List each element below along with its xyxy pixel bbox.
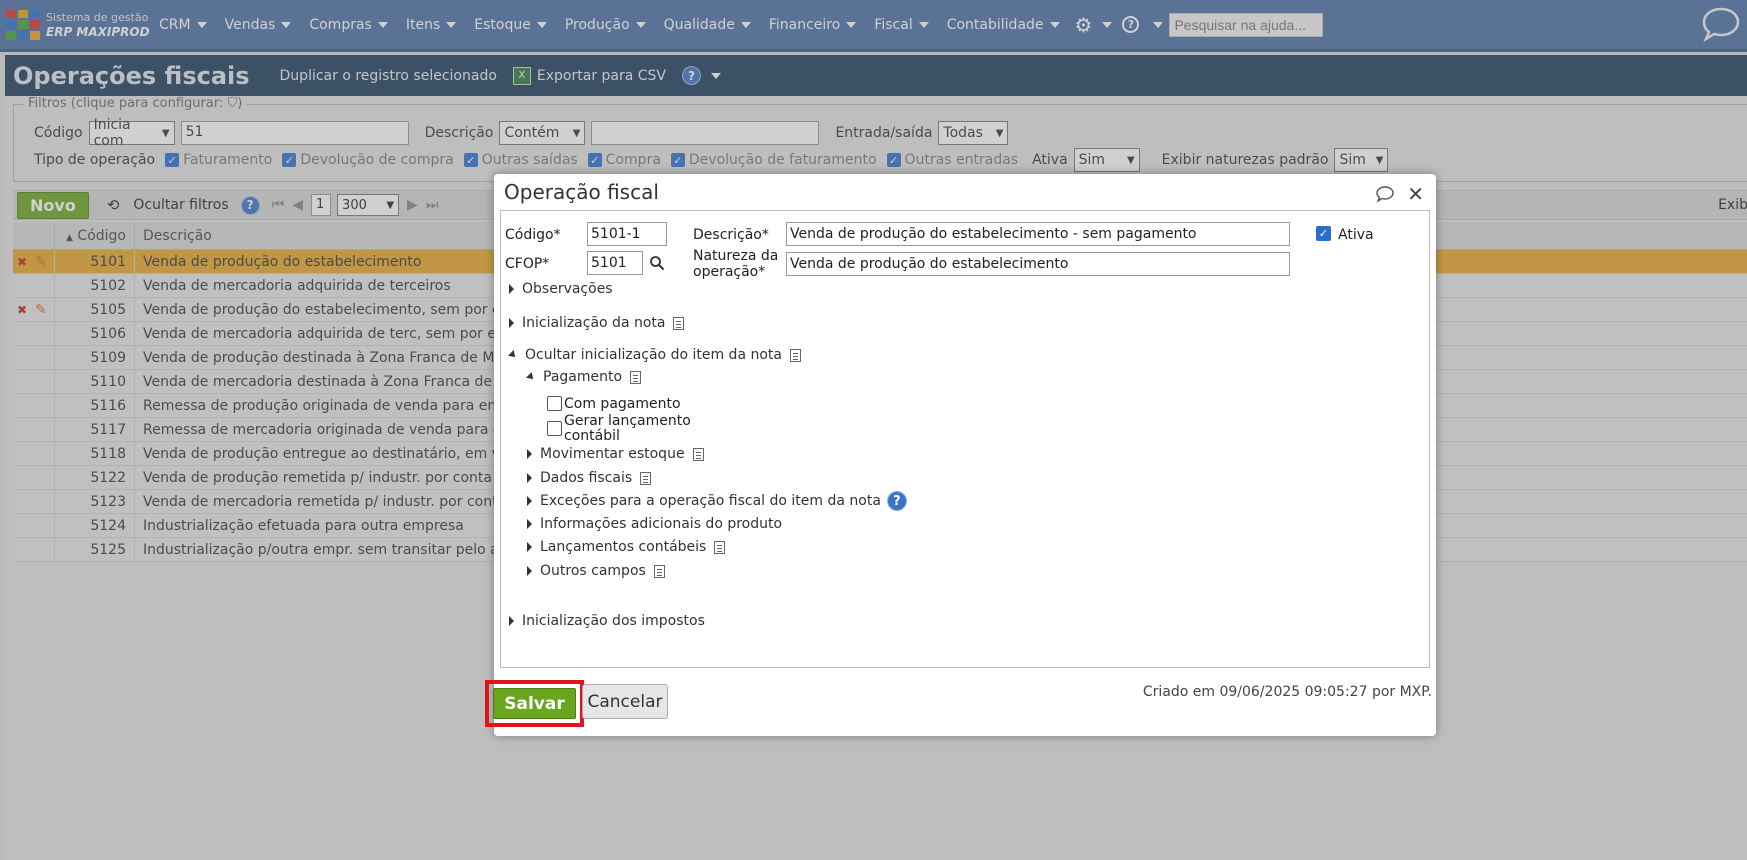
expand-icon (527, 496, 532, 506)
pagamento-section[interactable]: Pagamento (526, 369, 642, 385)
excecoes-section[interactable]: Exceções para a operação fiscal do item … (527, 491, 907, 511)
expand-icon (527, 449, 532, 459)
document-icon[interactable] (653, 564, 665, 578)
natureza-label-line2: operação* (693, 264, 766, 280)
cancel-button[interactable]: Cancelar (582, 684, 668, 719)
document-icon[interactable] (630, 370, 642, 384)
expand-icon (509, 284, 514, 294)
expand-icon (527, 542, 532, 552)
collapse-icon (526, 372, 536, 382)
dialog-body: Código* 5101-1 Descrição* Venda de produ… (500, 210, 1430, 668)
document-icon[interactable] (640, 471, 652, 485)
lancamentos-label: Lançamentos contábeis (540, 539, 707, 555)
descricao-field[interactable]: Venda de produção do estabelecimento - s… (786, 222, 1290, 246)
info-adicionais-section[interactable]: Informações adicionais do produto (527, 516, 782, 532)
inicializacao-nota-section[interactable]: Inicialização da nota (509, 315, 685, 331)
collapse-icon (508, 350, 518, 360)
ativa-checkbox[interactable]: ✓ (1316, 226, 1331, 241)
ocultar-item-label: Ocultar inicialização do item da nota (525, 347, 782, 363)
gerar-lancamento-checkbox[interactable] (547, 421, 562, 436)
com-pagamento-label: Com pagamento (564, 396, 681, 412)
gerar-lancamento-label: Gerar lançamento contábil (564, 414, 691, 444)
comment-icon[interactable] (1375, 185, 1395, 203)
impostos-section[interactable]: Inicialização dos impostos (509, 613, 705, 629)
codigo-field[interactable]: 5101-1 (587, 222, 667, 246)
expand-icon (527, 519, 532, 529)
help-icon[interactable]: ? (886, 491, 907, 511)
dados-fiscais-label: Dados fiscais (540, 470, 633, 486)
created-info: Criado em 09/06/2025 09:05:27 por MXP. (1142, 684, 1432, 700)
gerar-lancamento-line1: Gerar lançamento (564, 413, 691, 429)
cfop-label: CFOP* (505, 256, 550, 272)
cfop-field[interactable]: 5101 (587, 251, 643, 275)
expand-icon (509, 616, 514, 626)
movimentar-estoque-label: Movimentar estoque (540, 446, 685, 462)
info-adicionais-label: Informações adicionais do produto (540, 516, 783, 532)
movimentar-estoque-section[interactable]: Movimentar estoque (527, 446, 704, 462)
document-icon[interactable] (789, 348, 801, 362)
codigo-label: Código* (505, 227, 561, 243)
observacoes-label: Observações (522, 281, 613, 297)
save-highlight: Salvar (485, 680, 584, 727)
impostos-label: Inicialização dos impostos (522, 613, 705, 629)
com-pagamento-checkbox[interactable] (547, 396, 562, 411)
dialog-title: Operação fiscal (504, 180, 659, 204)
natureza-label: Natureza da operação* (693, 248, 778, 280)
observacoes-section[interactable]: Observações (509, 281, 613, 297)
outros-campos-label: Outros campos (540, 563, 646, 579)
expand-icon (527, 473, 532, 483)
ativa-label: Ativa (1338, 227, 1374, 243)
save-button[interactable]: Salvar (493, 688, 576, 719)
lancamentos-section[interactable]: Lançamentos contábeis (527, 539, 726, 555)
document-icon[interactable] (714, 540, 726, 554)
close-icon[interactable]: ✕ (1407, 182, 1424, 206)
dados-fiscais-section[interactable]: Dados fiscais (527, 470, 652, 486)
descricao-label: Descrição* (693, 227, 769, 243)
operacao-fiscal-dialog: Operação fiscal ✕ Código* 5101-1 Descriç… (485, 174, 1436, 736)
search-icon[interactable] (649, 255, 665, 271)
document-icon[interactable] (692, 447, 704, 461)
outros-campos-section[interactable]: Outros campos (527, 563, 665, 579)
excecoes-label: Exceções para a operação fiscal do item … (540, 493, 881, 509)
document-icon[interactable] (673, 316, 685, 330)
inicializacao-nota-label: Inicialização da nota (522, 315, 666, 331)
natureza-field[interactable]: Venda de produção do estabelecimento (786, 252, 1290, 276)
expand-icon (509, 318, 514, 328)
natureza-label-line1: Natureza da (693, 248, 779, 264)
expand-icon (527, 566, 532, 576)
pagamento-label: Pagamento (543, 369, 623, 385)
gerar-lancamento-line2: contábil (564, 428, 620, 444)
ocultar-item-section[interactable]: Ocultar inicialização do item da nota (508, 347, 801, 363)
